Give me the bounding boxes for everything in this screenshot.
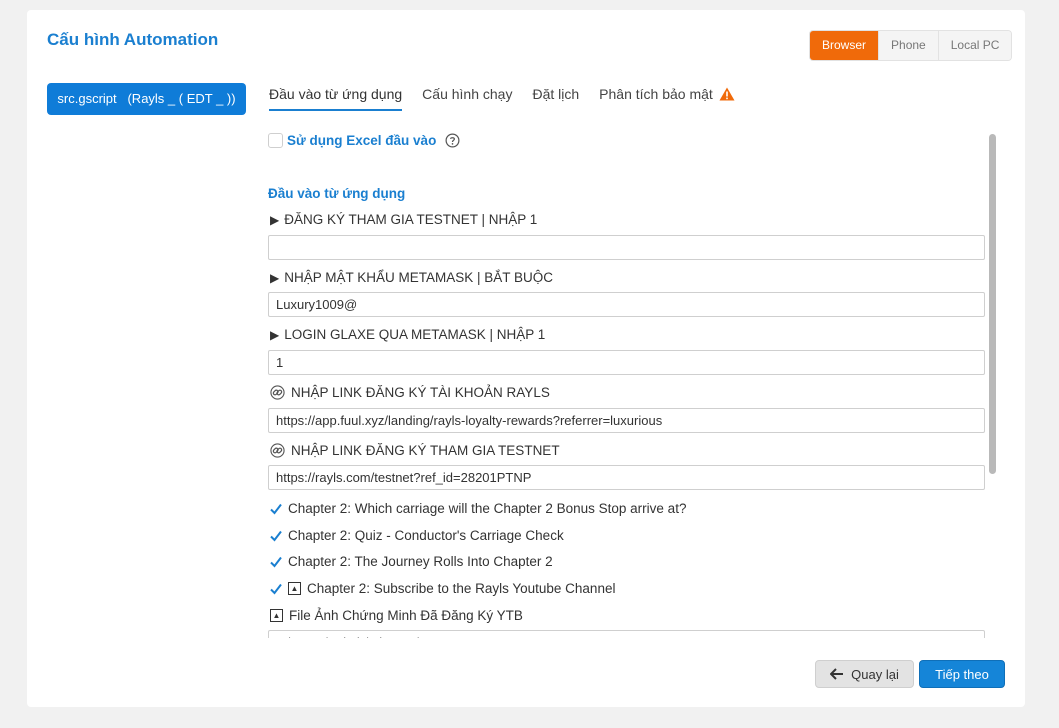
form-scroll-area[interactable]: Sử dụng Excel đầu vào Đầu vào từ ứng dụn…	[268, 130, 988, 638]
field-label: ▲ File Ảnh Chứng Minh Đã Đăng Ký YTB	[270, 608, 523, 623]
metamask-password-input[interactable]: Luxury1009@	[268, 292, 985, 317]
up-box-icon: ▲	[270, 609, 283, 622]
tab-app-input[interactable]: Đầu vào từ ứng dụng	[269, 86, 403, 111]
up-box-icon: ▲	[288, 582, 301, 595]
checkmark-icon	[270, 583, 282, 595]
tab-label: Phân tích bảo mật	[599, 86, 713, 102]
play-triangle-icon: ▶	[270, 327, 280, 342]
task-checkbox[interactable]: Chapter 2: Which carriage will the Chapt…	[269, 501, 686, 516]
mode-local-pc-button[interactable]: Local PC	[937, 31, 1012, 60]
next-button[interactable]: Tiếp theo	[919, 660, 1005, 688]
testnet-link-input[interactable]: https://rayls.com/testnet?ref_id=28201PT…	[268, 465, 985, 490]
checkmark-icon	[270, 503, 282, 515]
page-title: Cấu hình Automation	[47, 30, 219, 49]
scrollbar-thumb[interactable]	[989, 134, 996, 474]
form-scrollbar[interactable]	[989, 134, 997, 642]
arrow-left-icon	[830, 668, 844, 680]
config-card: Cấu hình Automation Browser Phone Local …	[27, 10, 1025, 707]
checkmark-icon	[270, 530, 282, 542]
field-label: ▶ ĐĂNG KÝ THAM GIA TESTNET | NHẬP 1	[270, 212, 538, 227]
section-title: Đầu vào từ ứng dụng	[268, 186, 406, 201]
tab-label: Đặt lịch	[532, 86, 580, 102]
checkmark-icon	[270, 556, 282, 568]
back-button[interactable]: Quay lại	[815, 660, 914, 688]
tab-label: Đầu vào từ ứng dụng	[269, 86, 403, 102]
task-checkbox[interactable]: Chapter 2: The Journey Rolls Into Chapte…	[269, 554, 553, 569]
proof-image-path-input[interactable]: C:\Users\Admin\Pictures\YTB	[268, 630, 985, 638]
testnet-register-input[interactable]	[268, 235, 985, 260]
script-select-button[interactable]: src.gscript (Rayls _ ( EDT _ ))	[47, 83, 246, 115]
mode-phone-button[interactable]: Phone	[878, 31, 938, 60]
play-triangle-icon: ▶	[270, 270, 280, 285]
link-icon	[270, 443, 285, 458]
galxe-login-input[interactable]: 1	[268, 350, 985, 375]
tab-bar: Đầu vào từ ứng dụng Cấu hình chạy Đặt lị…	[269, 86, 755, 111]
excel-label: Sử dụng Excel đầu vào	[287, 133, 437, 148]
field-label: NHẬP LINK ĐĂNG KÝ TÀI KHOẢN RAYLS	[270, 385, 550, 400]
tab-label: Cấu hình chạy	[422, 86, 513, 102]
play-triangle-icon: ▶	[270, 212, 280, 227]
mode-selector: Browser Phone Local PC	[809, 30, 1013, 61]
next-button-label: Tiếp theo	[935, 666, 989, 682]
tab-security-analysis[interactable]: Phân tích bảo mật	[599, 86, 735, 111]
mode-browser-button[interactable]: Browser	[810, 31, 879, 60]
excel-input-toggle[interactable]: Sử dụng Excel đầu vào	[268, 133, 460, 148]
field-label: NHẬP LINK ĐĂNG KÝ THAM GIA TESTNET	[270, 443, 560, 458]
tab-schedule[interactable]: Đặt lịch	[532, 86, 579, 111]
rayls-signup-link-input[interactable]: https://app.fuul.xyz/landing/rayls-loyal…	[268, 408, 985, 433]
excel-checkbox[interactable]	[268, 133, 283, 148]
field-label: ▶ NHẬP MẬT KHẨU METAMASK | BẮT BUỘC	[270, 270, 554, 285]
tab-run-config[interactable]: Cấu hình chạy	[422, 86, 512, 111]
task-checkbox[interactable]: Chapter 2: Quiz - Conductor's Carriage C…	[269, 528, 564, 543]
back-button-label: Quay lại	[851, 666, 899, 682]
link-icon	[270, 385, 285, 400]
task-checkbox[interactable]: ▲ Chapter 2: Subscribe to the Rayls Yout…	[269, 581, 615, 596]
field-label: ▶ LOGIN GLAXE QUA METAMASK | NHẬP 1	[270, 327, 546, 342]
help-icon[interactable]	[445, 133, 460, 148]
warning-icon	[719, 87, 735, 101]
